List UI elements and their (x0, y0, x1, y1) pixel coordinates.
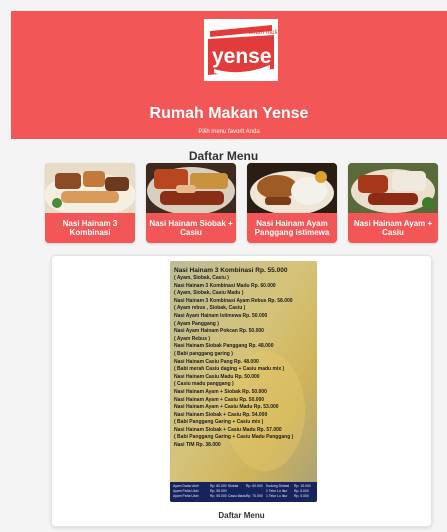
svg-text:yense: yense (212, 45, 272, 68)
food-photo-icon (348, 163, 438, 213)
menu-line: Nasi Hainam Ayam + Casiu Madu Rp. 53.000 (174, 404, 279, 411)
menu-line: Nasi Hainam 3 Kombinasi Ayam Rebus Rp. 5… (174, 297, 293, 304)
menu-card-label: Nasi Hainam Ayam Panggang istimewa (254, 218, 330, 237)
menu-card-label: Nasi Hainam Ayam + Casiu (353, 218, 433, 237)
menu-line: ( Ayam Panggang ) (174, 320, 219, 327)
menu-card-list: Nasi Hainam 3 Kombinasi Nasi Hainam Siob… (45, 163, 439, 243)
menu-card-ayam-panggang[interactable]: Nasi Hainam Ayam Panggang istimewa (247, 163, 337, 243)
restaurant-logo: rumah makan yense (204, 19, 278, 81)
menu-footer-price: Rp. 55.000 (210, 494, 227, 498)
viewer-caption: Daftar Menu (218, 511, 265, 520)
menu-line: Nasi Ayam Hainam Istimewa Rp. 50.000 (174, 312, 268, 319)
menu-line: Nasi Hainam Casiu Madu Rp. 50.000 (174, 373, 260, 380)
menu-text-lines: Nasi Hainam 3 Kombinasi Rp. 55.000 ( Aya… (174, 267, 314, 450)
food-photo-icon (45, 163, 135, 213)
menu-price-footer: Ayam Dada Utuh Rp. 60.000 Ayam Paha Utuh… (170, 482, 317, 502)
menu-footer-item: Ayam Paha Utuh (173, 494, 199, 498)
yense-logo-icon: rumah makan yense (204, 19, 278, 81)
menu-line: Nasi Hainam Siobak + Casiu Madu Rp. 57.0… (174, 426, 282, 433)
menu-footer-item: Ayam Dada Utuh (173, 484, 199, 488)
menu-line: ( Babi Panggang Garing + Casiu Madu Pang… (174, 434, 294, 441)
menu-footer-item: 1 Telur Lu Ikur (266, 494, 288, 498)
menu-footer-price: Rp. 60.000 (210, 484, 227, 488)
menu-line: Nasi Hainam Siobak + Casiu Rp. 54.000 (174, 411, 268, 418)
menu-line: Nasi Ayam Hainam Pokcan Rp. 50.000 (174, 328, 264, 335)
menu-footer-price: Rp. 70.000 (246, 494, 263, 498)
menu-footer-price: Rp. 5.000 (294, 489, 309, 493)
menu-card-label: Nasi Hainam Siobak + Casiu (149, 218, 233, 237)
menu-card-3-kombinasi[interactable]: Nasi Hainam 3 Kombinasi (45, 163, 135, 243)
menu-line: ( Ayam, Siobak, Casiu Madu ) (174, 290, 244, 297)
menu-line: Nasi TIM Rp. 38.000 (174, 442, 221, 449)
menu-line: Nasi Hainam Siobak Panggang Rp. 48.000 (174, 343, 274, 350)
header-banner: rumah makan yense Rumah Makan Yense Pili… (11, 11, 447, 139)
menu-board-image[interactable]: Nasi Hainam 3 Kombinasi Rp. 55.000 ( Aya… (170, 261, 317, 502)
menu-line: ( Ayam rebus , Siobak, Casiu ) (174, 305, 246, 312)
menu-image-viewer: Nasi Hainam 3 Kombinasi Rp. 55.000 ( Aya… (51, 255, 432, 527)
menu-footer-price: Rp. 60.000 (246, 484, 263, 488)
page-title: Rumah Makan Yense (149, 105, 309, 122)
menu-card-siobak-casiu[interactable]: Nasi Hainam Siobak + Casiu (146, 163, 236, 243)
menu-footer-item: Siobak (228, 484, 239, 488)
menu-footer-item: 1 Telur Lu Ikur (266, 489, 288, 493)
menu-footer-price: Rp. 15.000 (294, 484, 311, 488)
menu-footer-item: Casiu Madu (228, 494, 247, 498)
menu-line: Nasi Hainam Ayam + Siobak Rp. 50.000 (174, 388, 267, 395)
menu-line: ( Babi merah Casiu daging + Casiu madu m… (174, 366, 285, 373)
menu-line: ( Ayam Rebus ) (174, 335, 211, 342)
menu-line: ( Casiu madu panggang ) (174, 381, 234, 388)
menu-footer-item: Kudong Dimbal (266, 484, 290, 488)
section-title: Daftar Menu (188, 149, 259, 163)
menu-line: ( Ayam, Siobak, Casiu ) (174, 275, 229, 281)
svg-text:rumah makan: rumah makan (246, 28, 278, 36)
menu-line: ( Babi Panggang Garing + Casiu mix ) (174, 419, 264, 426)
food-photo-icon (146, 163, 236, 213)
menu-line: Nasi Hainam 3 Kombinasi Rp. 55.000 (174, 267, 288, 274)
menu-footer-price: Rp. 55.000 (210, 489, 227, 493)
menu-footer-item: Ayam Paha Utuh (173, 489, 199, 493)
menu-card-ayam-casiu[interactable]: Nasi Hainam Ayam + Casiu (348, 163, 438, 243)
menu-line: Nasi Hainam Ayam + Casiu Rp. 50.000 (174, 396, 265, 403)
menu-footer-price: Rp. 5.000 (294, 494, 309, 498)
menu-line: Nasi Hainam Casiu Pang Rp. 48.000 (174, 358, 259, 365)
page-subtitle: Pilih menu favorit Anda (198, 129, 260, 135)
food-photo-icon (247, 163, 337, 213)
menu-card-label: Nasi Hainam 3 Kombinasi (62, 218, 118, 237)
menu-line: ( Babi panggang garing ) (174, 350, 233, 357)
menu-line: Nasi Hainam 3 Kombinasi Madu Rp. 60.000 (174, 282, 276, 289)
